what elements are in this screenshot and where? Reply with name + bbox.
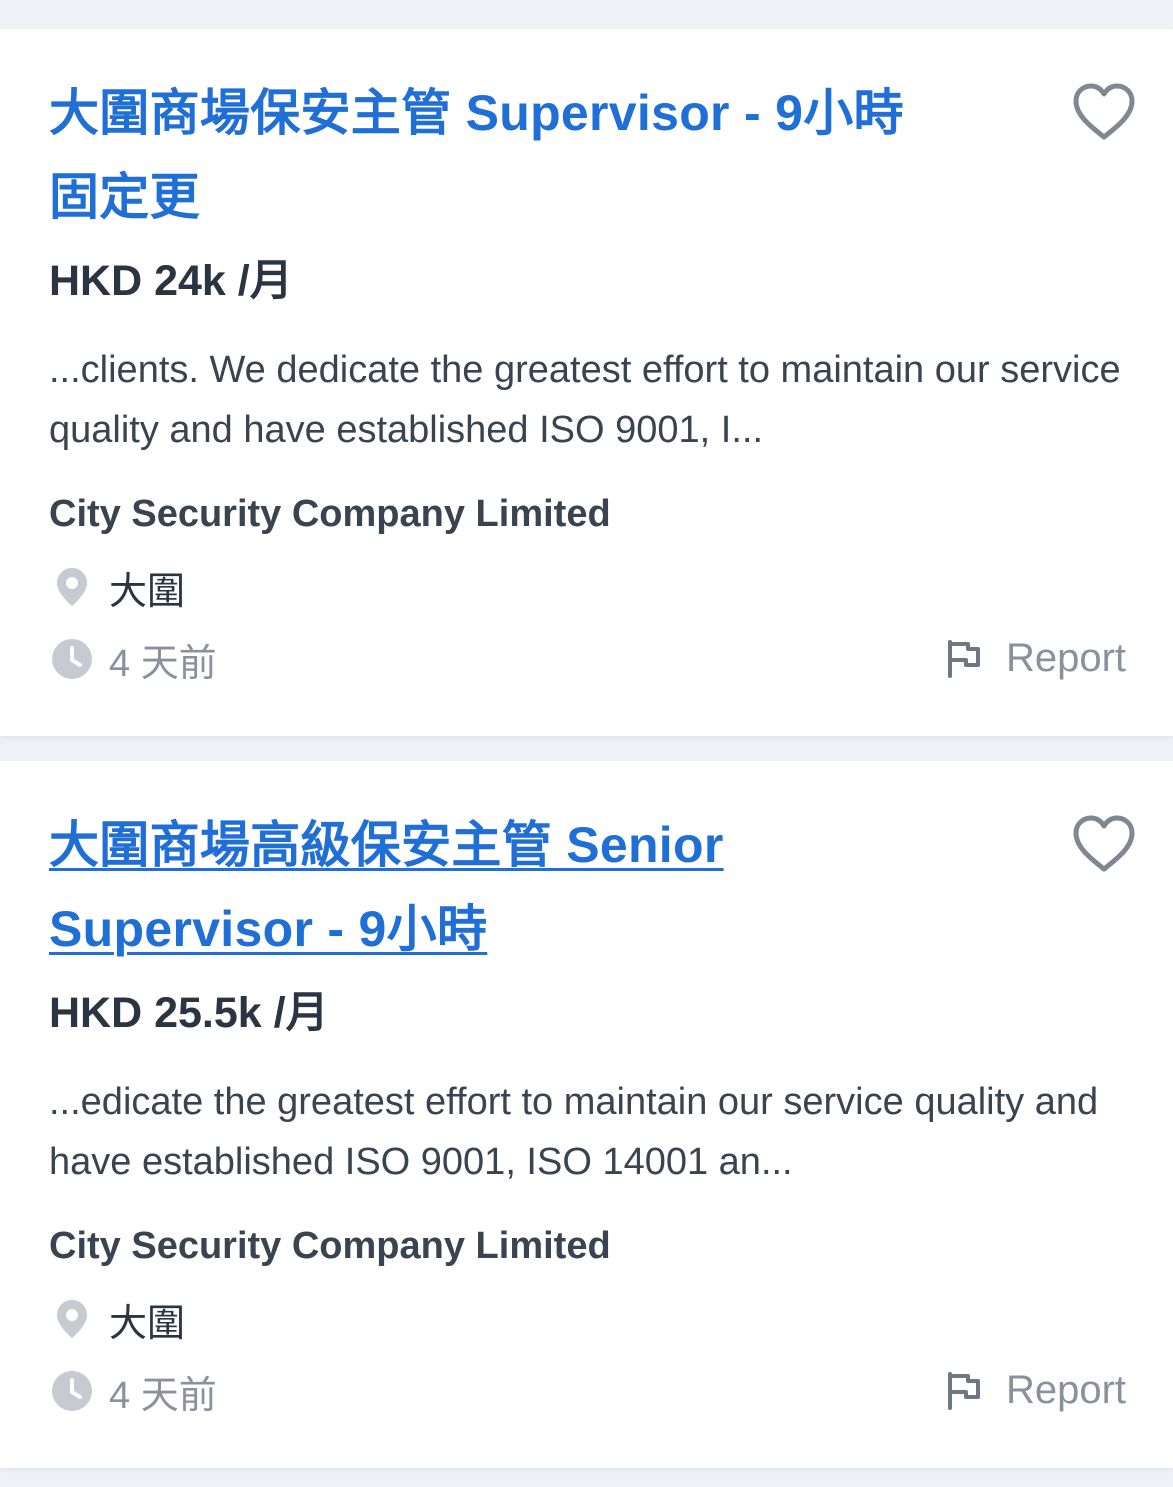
flag-icon [947,640,980,678]
favorite-button[interactable] [1068,811,1140,875]
job-snippet: ...clients. We dedicate the greatest eff… [49,349,1121,451]
clock-icon [49,636,95,682]
flag-icon [947,1372,980,1410]
favorite-button[interactable] [1068,79,1140,143]
report-button[interactable]: Report [944,1363,1126,1417]
job-location: 大圍 [49,1294,186,1345]
company-name: City Security Company Limited [49,1225,611,1267]
location-text: 大圍 [109,1302,186,1345]
job-salary: HKD 25.5k /月 [49,989,329,1037]
heart-outline-icon [1073,83,1135,140]
location-text: 大圍 [109,570,186,613]
posted-time-text: 4 天前 [109,1374,217,1417]
job-card[interactable]: 大圍商場保安主管 Supervisor - 9小時固定更 HKD 24k /月 … [0,29,1173,736]
job-salary: HKD 24k /月 [49,257,293,305]
company-name: City Security Company Limited [49,493,611,535]
report-label: Report [1005,1367,1126,1412]
clock-icon [49,1368,95,1414]
posted-time-text: 4 天前 [109,642,217,685]
job-posted: 4 天前 [49,1366,217,1417]
job-snippet: ...edicate the greatest effort to mainta… [49,1081,1099,1183]
job-card[interactable]: 大圍商場高級保安主管 Senior Supervisor - 9小時 HKD 2… [0,761,1173,1468]
map-pin-icon [49,1296,95,1342]
report-button[interactable]: Report [944,631,1126,685]
report-label: Report [1005,635,1126,680]
job-location: 大圍 [49,562,186,613]
heart-outline-icon [1073,815,1135,872]
job-posted: 4 天前 [49,634,217,685]
map-pin-icon [49,564,95,610]
job-title-link[interactable]: 大圍商場高級保安主管 Senior Supervisor - 9小時 [49,803,809,971]
job-title-link[interactable]: 大圍商場保安主管 Supervisor - 9小時固定更 [49,71,939,239]
